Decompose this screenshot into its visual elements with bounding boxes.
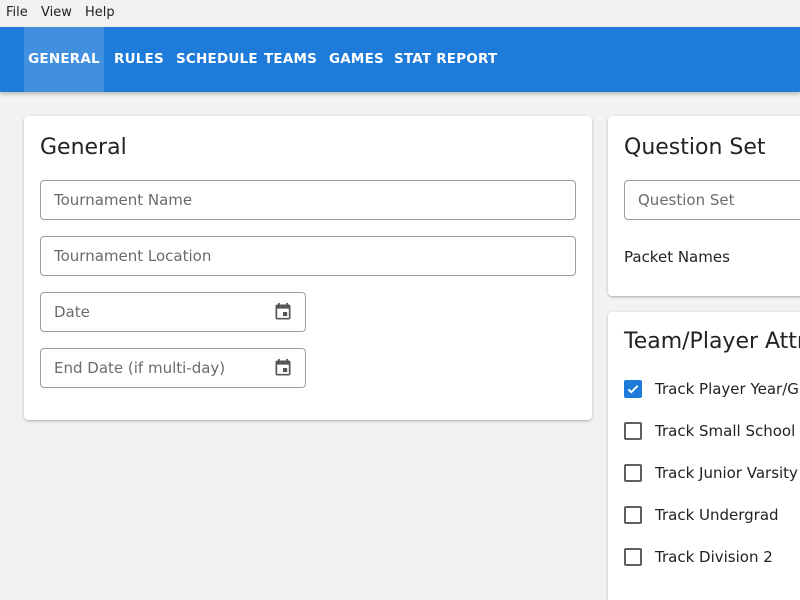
tab-games-label: GAMES — [329, 51, 384, 67]
calendar-icon[interactable] — [273, 358, 293, 378]
track-junior-varsity-label: Track Junior Varsity — [655, 464, 798, 482]
tab-general[interactable]: GENERAL — [24, 27, 104, 92]
tournament-name-input[interactable] — [41, 181, 575, 219]
track-undergrad-label: Track Undergrad — [655, 506, 779, 524]
question-set-field[interactable] — [624, 180, 800, 220]
track-division-2-label: Track Division 2 — [655, 548, 773, 566]
tab-stat-report[interactable]: STAT REPORT — [394, 27, 497, 92]
checkmark-icon — [627, 385, 639, 394]
packet-names-label: Packet Names — [624, 248, 730, 266]
track-small-school-checkbox-row[interactable]: Track Small School — [624, 421, 795, 441]
tournament-name-field[interactable] — [40, 180, 576, 220]
general-title: General — [40, 135, 127, 160]
app-bar: GENERAL RULES SCHEDULE TEAMS GAMES STAT … — [0, 27, 800, 92]
menu-view[interactable]: View — [41, 5, 72, 20]
tab-teams[interactable]: TEAMS — [264, 27, 317, 92]
tab-rules[interactable]: RULES — [114, 27, 164, 92]
track-junior-varsity-checkbox[interactable] — [624, 464, 642, 482]
menu-file[interactable]: File — [6, 5, 28, 20]
track-division-2-checkbox-row[interactable]: Track Division 2 — [624, 547, 773, 567]
tab-stat-report-label: STAT REPORT — [394, 51, 498, 67]
tab-teams-label: TEAMS — [264, 51, 318, 67]
track-small-school-checkbox[interactable] — [624, 422, 642, 440]
track-small-school-label: Track Small School — [655, 422, 796, 440]
tab-rules-label: RULES — [114, 51, 164, 67]
tournament-location-field[interactable] — [40, 236, 576, 276]
track-junior-varsity-checkbox-row[interactable]: Track Junior Varsity — [624, 463, 798, 483]
tab-schedule-label: SCHEDULE — [176, 51, 258, 67]
date-field[interactable] — [40, 292, 306, 332]
track-player-year-checkbox[interactable] — [624, 380, 642, 398]
menu-bar: File View Help — [0, 0, 800, 27]
tournament-location-input[interactable] — [41, 237, 575, 275]
question-set-input[interactable] — [625, 181, 800, 219]
tab-games[interactable]: GAMES — [329, 27, 384, 92]
question-set-title: Question Set — [624, 135, 766, 160]
calendar-icon[interactable] — [273, 302, 293, 322]
track-division-2-checkbox[interactable] — [624, 548, 642, 566]
tab-schedule[interactable]: SCHEDULE — [176, 27, 258, 92]
menu-help[interactable]: Help — [85, 5, 115, 20]
track-player-year-checkbox-row[interactable]: Track Player Year/Gr — [624, 379, 800, 399]
tab-general-label: GENERAL — [28, 51, 100, 67]
track-player-year-label: Track Player Year/Gr — [655, 380, 800, 398]
end-date-field[interactable] — [40, 348, 306, 388]
team-player-card: Team/Player Attr Track Player Year/Gr Tr… — [608, 312, 800, 600]
question-set-card: Question Set Packet Names — [608, 116, 800, 296]
general-card: General — [24, 116, 592, 420]
team-player-title: Team/Player Attr — [624, 329, 800, 354]
track-undergrad-checkbox-row[interactable]: Track Undergrad — [624, 505, 779, 525]
date-input[interactable] — [41, 293, 305, 331]
track-undergrad-checkbox[interactable] — [624, 506, 642, 524]
end-date-input[interactable] — [41, 349, 305, 387]
